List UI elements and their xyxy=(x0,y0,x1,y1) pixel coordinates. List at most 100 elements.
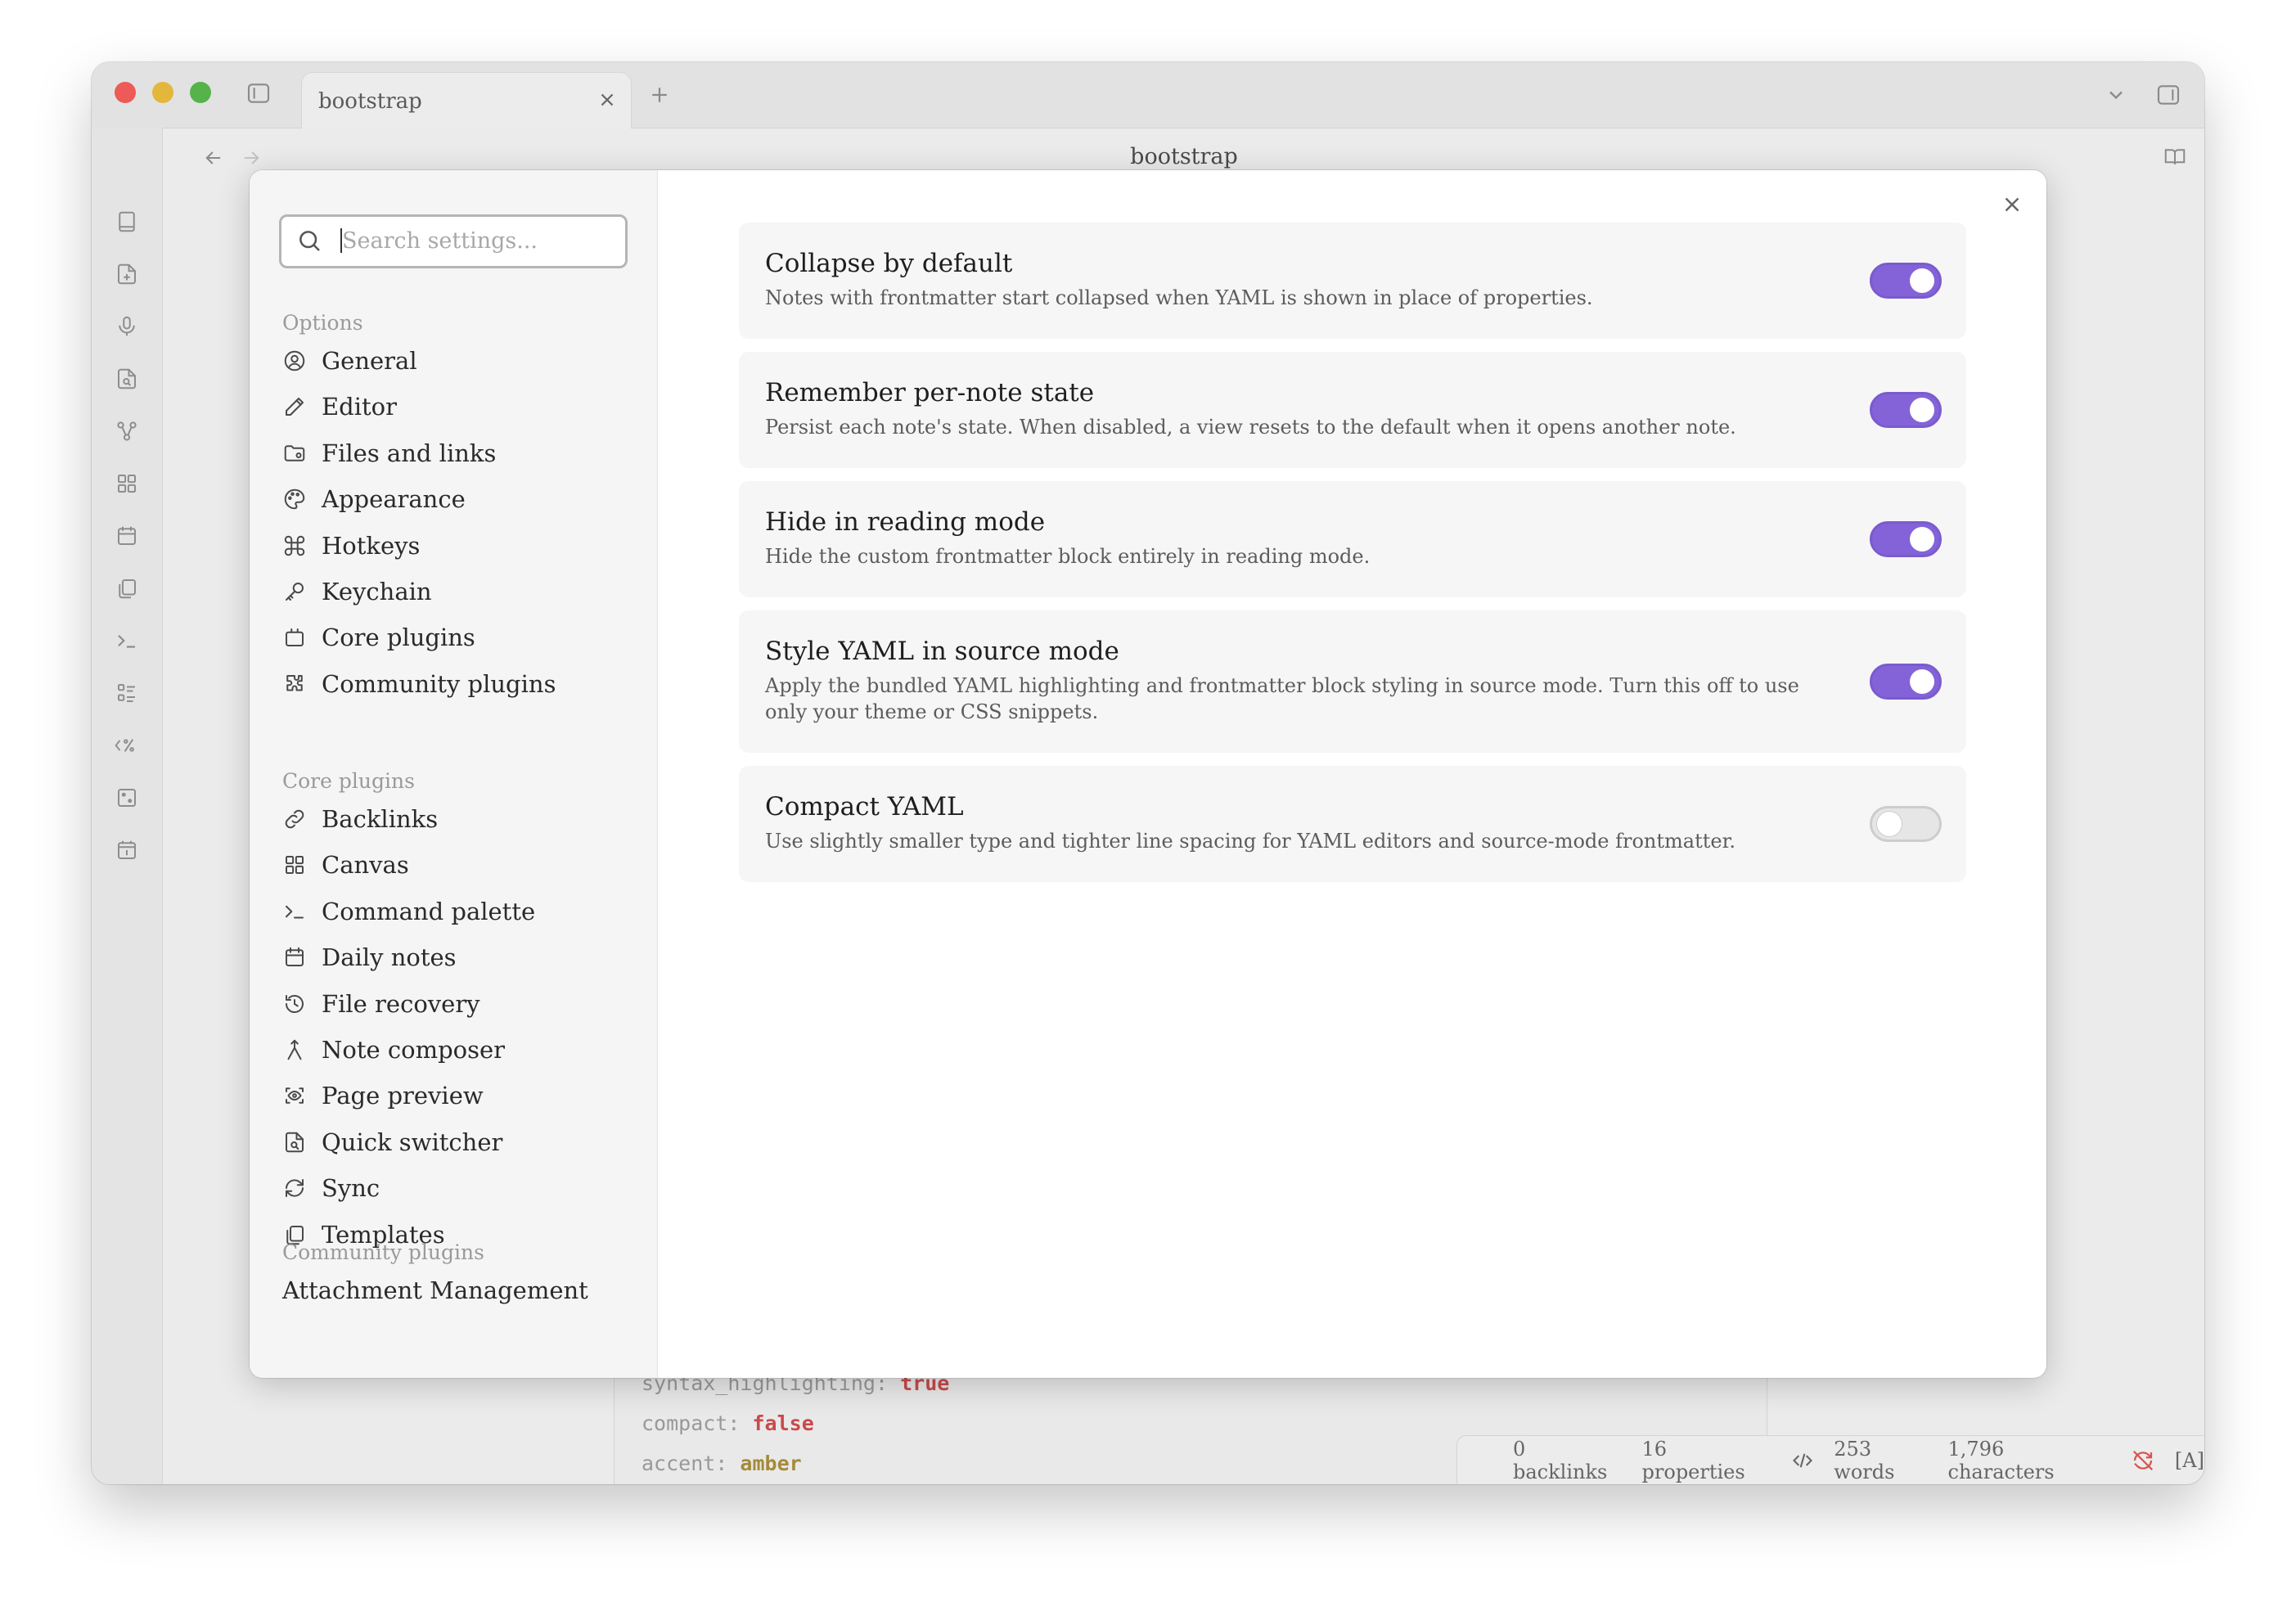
nav-group-label: Core plugins xyxy=(282,769,415,793)
text-caret xyxy=(340,228,342,253)
list-checks-icon[interactable] xyxy=(111,677,142,709)
status-mode[interactable]: [A] xyxy=(2175,1449,2204,1472)
settings-sidebar: Options General Editor Files and links Appea… xyxy=(250,170,658,1378)
nav-item-label: Files and links xyxy=(322,439,497,467)
yaml-key: accent: xyxy=(642,1452,728,1475)
template-code-icon[interactable] xyxy=(111,730,142,761)
new-file-icon[interactable] xyxy=(111,259,142,290)
nav-item-label: Backlinks xyxy=(322,805,439,833)
daily-note-icon[interactable] xyxy=(111,835,142,866)
tab-title: bootstrap xyxy=(318,89,422,114)
nav-item-label: Note composer xyxy=(322,1036,505,1064)
graph-icon[interactable] xyxy=(111,416,142,447)
sidebar-toggle-icon[interactable] xyxy=(244,79,273,108)
nav-item-backlinks[interactable]: Backlinks xyxy=(282,799,626,840)
nav-item-note-composer[interactable]: Note composer xyxy=(282,1029,626,1070)
setting-description: Apply the bundled YAML highlighting and … xyxy=(765,674,1799,723)
nav-item-command-palette[interactable]: Command palette xyxy=(282,891,626,932)
settings-search[interactable] xyxy=(279,214,628,268)
nav-group-label: Community plugins xyxy=(282,1240,484,1264)
nav-item-label: Editor xyxy=(322,393,397,421)
close-icon[interactable] xyxy=(1996,188,2028,221)
nav-item-canvas[interactable]: Canvas xyxy=(282,844,626,885)
nav-item-label: Daily notes xyxy=(322,943,457,972)
nav-item-appearance[interactable]: Appearance xyxy=(282,479,626,520)
search-icon xyxy=(296,227,322,254)
nav-item-keychain[interactable]: Keychain xyxy=(282,571,626,612)
nav-group-label: Options xyxy=(282,311,363,335)
minimize-window-button[interactable] xyxy=(152,82,173,103)
setting-description: Hide the custom frontmatter block entire… xyxy=(765,545,1371,568)
pencil-icon xyxy=(282,394,307,419)
grid-icon xyxy=(282,853,307,877)
code-line-compact: compact: false xyxy=(642,1411,814,1435)
toggle-knob xyxy=(1910,669,1934,694)
code-icon[interactable] xyxy=(1791,1449,1814,1472)
setting-name: Collapse by default xyxy=(765,249,1013,278)
nav-item-quick-switcher[interactable]: Quick switcher xyxy=(282,1122,626,1163)
toggle-switch[interactable] xyxy=(1870,521,1942,557)
setting-description: Notes with frontmatter start collapsed w… xyxy=(765,286,1593,309)
nav-item-editor[interactable]: Editor xyxy=(282,386,626,427)
tab-list-chevron-icon[interactable] xyxy=(2101,80,2131,110)
nav-item-community-plugins[interactable]: Community plugins xyxy=(282,664,626,704)
close-tab-icon[interactable] xyxy=(597,89,618,110)
sync-off-icon[interactable] xyxy=(2131,1448,2155,1473)
nav-item-general[interactable]: General xyxy=(282,340,626,381)
code-line-accent: accent: amber xyxy=(642,1452,802,1475)
setting-name: Remember per-note state xyxy=(765,378,1095,407)
setting-compact-yaml: Compact YAML Use slightly smaller type an… xyxy=(739,766,1966,882)
zoom-window-button[interactable] xyxy=(190,82,211,103)
reading-view-icon[interactable] xyxy=(2160,142,2190,172)
calendar-icon xyxy=(282,945,307,970)
user-circle-icon xyxy=(282,349,307,373)
toggle-knob xyxy=(1910,268,1934,293)
search-input[interactable] xyxy=(340,223,614,258)
microphone-icon[interactable] xyxy=(111,311,142,342)
nav-item-hotkeys[interactable]: Hotkeys xyxy=(282,525,626,566)
nav-item-attachment-management[interactable]: Attachment Management xyxy=(282,1270,626,1311)
new-tab-icon[interactable] xyxy=(645,80,674,110)
nav-item-daily-notes[interactable]: Daily notes xyxy=(282,937,626,978)
plugin-box-icon xyxy=(282,625,307,650)
nav-item-sync[interactable]: Sync xyxy=(282,1168,626,1209)
setting-style-yaml-in-source-mode: Style YAML in source mode Apply the bundl… xyxy=(739,610,1966,753)
merge-icon xyxy=(282,1038,307,1062)
nav-item-label: Community plugins xyxy=(322,669,556,698)
nav-item-core-plugins[interactable]: Core plugins xyxy=(282,617,626,658)
yaml-key: compact: xyxy=(642,1411,741,1435)
status-backlinks[interactable]: 0 backlinks xyxy=(1513,1438,1623,1483)
palette-icon xyxy=(282,487,307,511)
settings-modal: Options General Editor Files and links Appea… xyxy=(250,170,2046,1378)
nav-item-label: Hotkeys xyxy=(322,531,421,560)
toggle-switch[interactable] xyxy=(1870,664,1942,700)
toggle-switch[interactable] xyxy=(1870,806,1942,842)
nav-item-label: General xyxy=(322,347,417,375)
dice-icon[interactable] xyxy=(111,782,142,813)
nav-item-files-and-links[interactable]: Files and links xyxy=(282,433,626,474)
nav-item-label: Keychain xyxy=(322,578,432,605)
setting-name: Compact YAML xyxy=(765,792,964,822)
copy-icon[interactable] xyxy=(111,573,142,604)
notebook-icon[interactable] xyxy=(111,206,142,237)
nav-item-page-preview[interactable]: Page preview xyxy=(282,1075,626,1116)
nav-item-label: Canvas xyxy=(322,851,409,880)
command-icon xyxy=(282,533,307,558)
canvas-grid-icon[interactable] xyxy=(111,468,142,499)
nav-item-label: File recovery xyxy=(322,989,480,1018)
terminal-icon[interactable] xyxy=(111,625,142,656)
toggle-switch[interactable] xyxy=(1870,392,1942,428)
close-window-button[interactable] xyxy=(115,82,136,103)
calendar-icon[interactable] xyxy=(111,520,142,551)
file-search-icon xyxy=(282,1130,307,1155)
toggle-knob xyxy=(1877,812,1902,836)
toggle-switch[interactable] xyxy=(1870,263,1942,299)
note-title: bootstrap xyxy=(1130,144,1238,169)
nav-item-file-recovery[interactable]: File recovery xyxy=(282,984,626,1024)
setting-description: Persist each note's state. When disabled… xyxy=(765,416,1736,439)
right-sidebar-toggle-icon[interactable] xyxy=(2152,79,2185,111)
nav-item-label: Core plugins xyxy=(322,623,475,652)
status-properties[interactable]: 16 properties xyxy=(1642,1438,1772,1483)
tab-bootstrap[interactable]: bootstrap xyxy=(301,72,632,128)
file-search-icon[interactable] xyxy=(111,363,142,394)
